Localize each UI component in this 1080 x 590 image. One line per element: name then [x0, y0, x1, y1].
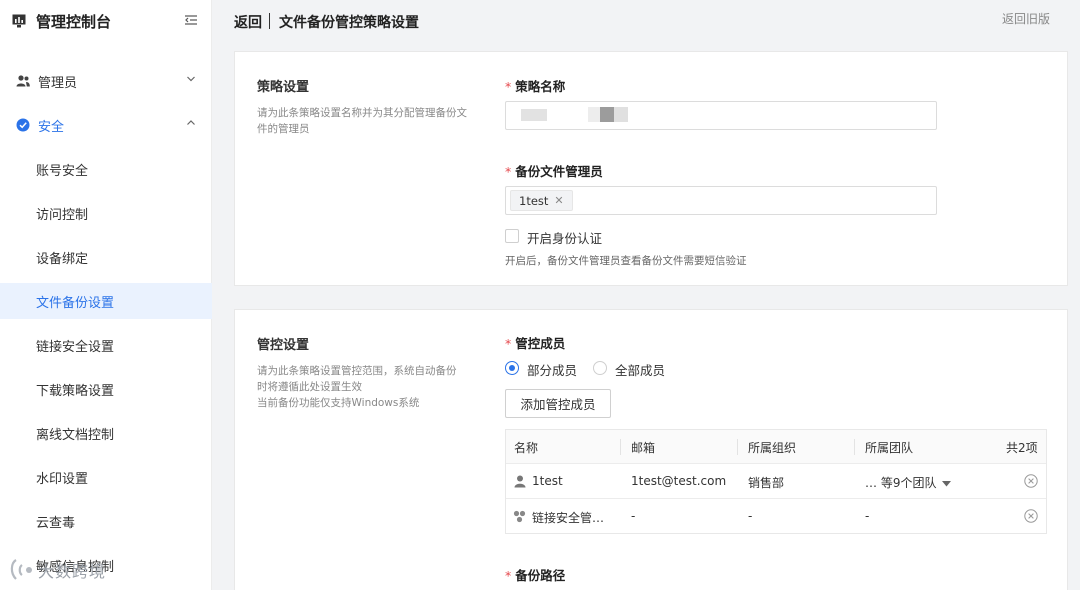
remove-row-icon[interactable] — [1024, 509, 1038, 523]
cell-email: - — [631, 509, 636, 523]
redacted-text — [521, 109, 547, 121]
watermark-text: 大数跨境 — [38, 562, 107, 581]
sidebar-group-security[interactable]: 安全 — [0, 103, 212, 147]
backup-admin-select[interactable]: 1test ✕ — [505, 186, 937, 215]
sidebar-group-admin[interactable]: 管理员 — [0, 59, 212, 103]
cell-name: 链接安全管… — [532, 511, 605, 525]
watermark: 大数跨境 — [8, 556, 106, 584]
sidebar-item-file-backup[interactable]: 文件备份设置 — [0, 283, 212, 319]
chevron-up-icon — [187, 120, 195, 125]
brand: 管理控制台 — [12, 10, 202, 32]
backup-path-label-text: 备份路径 — [515, 568, 566, 583]
group-icon — [513, 510, 526, 523]
policy-name-input[interactable] — [505, 101, 937, 130]
header-divider — [269, 13, 270, 29]
watermark-logo-icon — [10, 559, 32, 580]
radio-partial-members[interactable] — [505, 361, 519, 375]
members-label-text: 管控成员 — [515, 336, 566, 351]
members-label: * 管控成员 — [505, 333, 565, 352]
desc-line: 时将遵循此处设置生效 — [257, 381, 362, 393]
caret-down-icon — [942, 480, 952, 486]
page-title: 文件备份管控策略设置 — [279, 15, 419, 31]
cell-team-dropdown[interactable]: … 等9个团队 — [865, 474, 952, 491]
sidebar: 管理控制台 管理员 安全 账号安全 访问控制 设备绑定 文件备份设置 链接安全设… — [0, 0, 212, 590]
column-header-org: 所属组织 — [748, 441, 797, 455]
cell-email: 1test@test.com — [631, 474, 727, 488]
column-separator — [854, 439, 855, 455]
sidebar-item-antivirus[interactable]: 云查毒 — [0, 503, 212, 539]
column-header-name: 名称 — [514, 441, 539, 455]
cell-team: … 等9个团队 — [865, 476, 937, 490]
section-description: 请为此条策略设置管控范围，系统自动备份 时将遵循此处设置生效 当前备份功能仅支持… — [257, 363, 477, 411]
chevron-down-icon — [187, 76, 195, 82]
top-bar: 返回 文件备份管控策略设置 返回旧版 — [212, 0, 1080, 44]
policy-name-label-text: 策略名称 — [515, 79, 566, 94]
column-header-email: 邮箱 — [631, 441, 656, 455]
required-mark: * — [505, 568, 512, 583]
cell-name: 1test — [532, 474, 563, 488]
column-separator — [620, 439, 621, 455]
required-mark: * — [505, 336, 512, 351]
sidebar-item-watermark[interactable]: 水印设置 — [0, 459, 212, 495]
sidebar-item-access-control[interactable]: 访问控制 — [0, 195, 212, 231]
backup-admin-label: * 备份文件管理员 — [505, 161, 603, 180]
shield-check-icon — [16, 118, 30, 132]
column-separator — [737, 439, 738, 455]
required-mark: * — [505, 79, 512, 94]
monitor-chart-icon — [12, 14, 26, 28]
collapse-menu-icon[interactable] — [184, 13, 198, 27]
section-title: 管控设置 — [257, 338, 310, 353]
radio-all-label: 全部成员 — [615, 363, 666, 378]
table-header: 名称 邮箱 所属组织 所属团队 共2项 — [506, 430, 1046, 464]
section-description: 请为此条策略设置名称并为其分配管理备份文件的管理员 — [257, 107, 467, 135]
app-title: 管理控制台 — [36, 12, 112, 31]
identity-auth-hint: 开启后，备份文件管理员查看备份文件需要短信验证 — [505, 255, 747, 267]
sidebar-item-account-security[interactable]: 账号安全 — [0, 151, 212, 187]
sidebar-item-download-policy[interactable]: 下载策略设置 — [0, 371, 212, 407]
table-total-count: 共2项 — [1006, 441, 1038, 455]
cell-org: 销售部 — [748, 476, 785, 490]
identity-auth-label: 开启身份认证 — [527, 231, 603, 246]
sidebar-item-offline-docs[interactable]: 离线文档控制 — [0, 415, 212, 451]
cell-team: - — [865, 509, 870, 523]
identity-auth-checkbox[interactable] — [505, 229, 519, 243]
required-mark: * — [505, 164, 512, 179]
table-row: 链接安全管… - - - — [506, 499, 1046, 534]
backup-admin-label-text: 备份文件管理员 — [515, 164, 603, 179]
radio-all-members[interactable] — [593, 361, 607, 375]
column-header-team: 所属团队 — [865, 441, 914, 455]
add-members-button[interactable]: 添加管控成员 — [505, 389, 611, 418]
sidebar-group-label: 安全 — [38, 119, 65, 135]
sidebar-group-label: 管理员 — [38, 75, 78, 91]
desc-line: 请为此条策略设置管控范围，系统自动备份 — [257, 365, 457, 377]
remove-tag-icon[interactable]: ✕ — [554, 194, 563, 207]
back-link[interactable]: 返回 — [234, 12, 262, 32]
users-icon — [16, 75, 30, 87]
control-settings-card: 管控设置 请为此条策略设置管控范围，系统自动备份 时将遵循此处设置生效 当前备份… — [234, 309, 1068, 590]
redacted-text — [588, 107, 628, 122]
admin-tag-label: 1test — [519, 193, 549, 208]
radio-partial-label: 部分成员 — [527, 363, 578, 378]
desc-line: 当前备份功能仅支持Windows系统 — [257, 397, 420, 409]
policy-name-label: * 策略名称 — [505, 76, 565, 95]
old-version-link[interactable]: 返回旧版 — [1002, 10, 1050, 27]
user-icon — [514, 475, 526, 488]
cell-org: - — [748, 509, 753, 523]
table-row: 1test 1test@test.com 销售部 … 等9个团队 — [506, 464, 1046, 499]
remove-row-icon[interactable] — [1024, 474, 1038, 488]
section-title: 策略设置 — [257, 80, 310, 95]
members-table: 名称 邮箱 所属组织 所属团队 共2项 1test 1test@test.com… — [505, 429, 1047, 534]
backup-path-label: * 备份路径 — [505, 565, 565, 584]
sidebar-item-link-security[interactable]: 链接安全设置 — [0, 327, 212, 363]
policy-settings-card: 策略设置 请为此条策略设置名称并为其分配管理备份文件的管理员 * 策略名称 * 备份… — [234, 51, 1068, 286]
sidebar-item-device-binding[interactable]: 设备绑定 — [0, 239, 212, 275]
admin-tag: 1test ✕ — [510, 190, 573, 211]
